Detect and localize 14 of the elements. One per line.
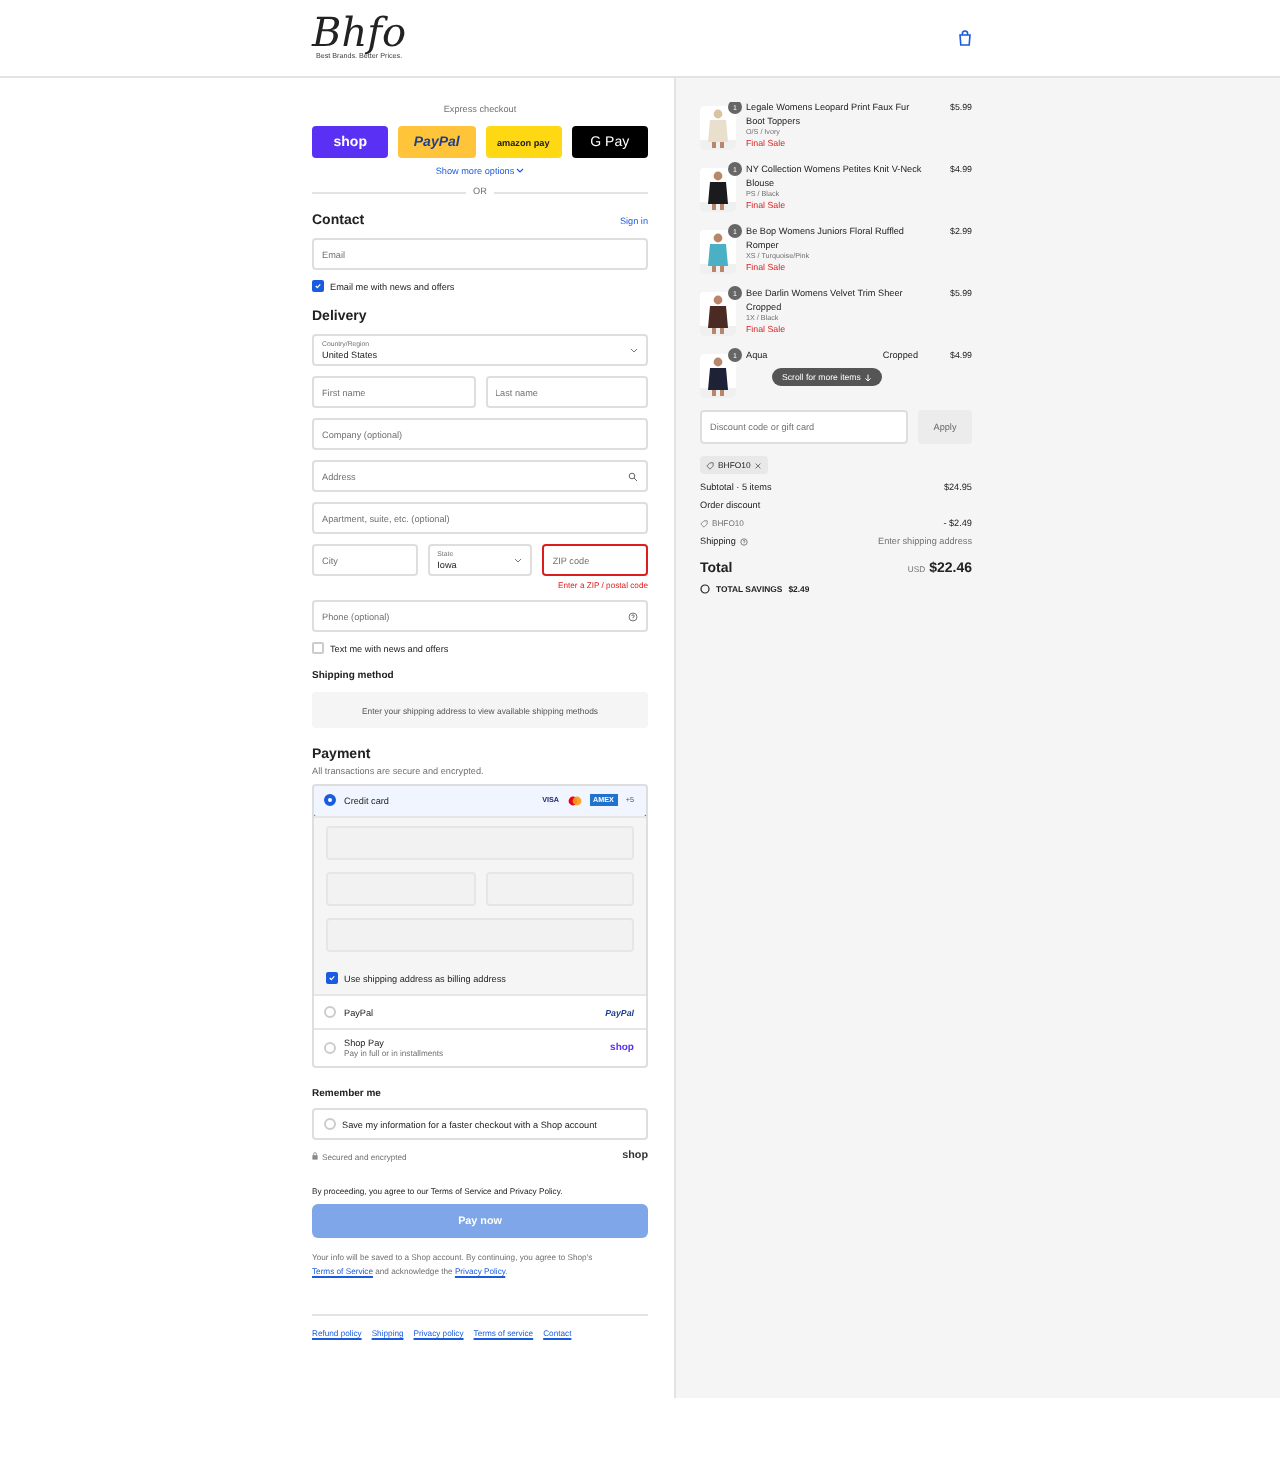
close-icon[interactable] [754,461,763,469]
checkbox[interactable] [312,280,324,292]
lock-icon [312,1152,318,1160]
chevron-down-icon [516,168,525,174]
help-icon[interactable] [628,611,638,621]
tag-icon [700,519,708,527]
checkbox[interactable] [326,972,338,984]
arrow-down-icon [864,373,873,381]
shopping-bag-icon[interactable] [958,30,972,46]
radio-button[interactable] [324,794,336,806]
tag-icon [706,461,714,469]
mastercard-icon [567,795,581,805]
help-icon[interactable] [739,537,748,545]
search-icon [628,471,638,481]
